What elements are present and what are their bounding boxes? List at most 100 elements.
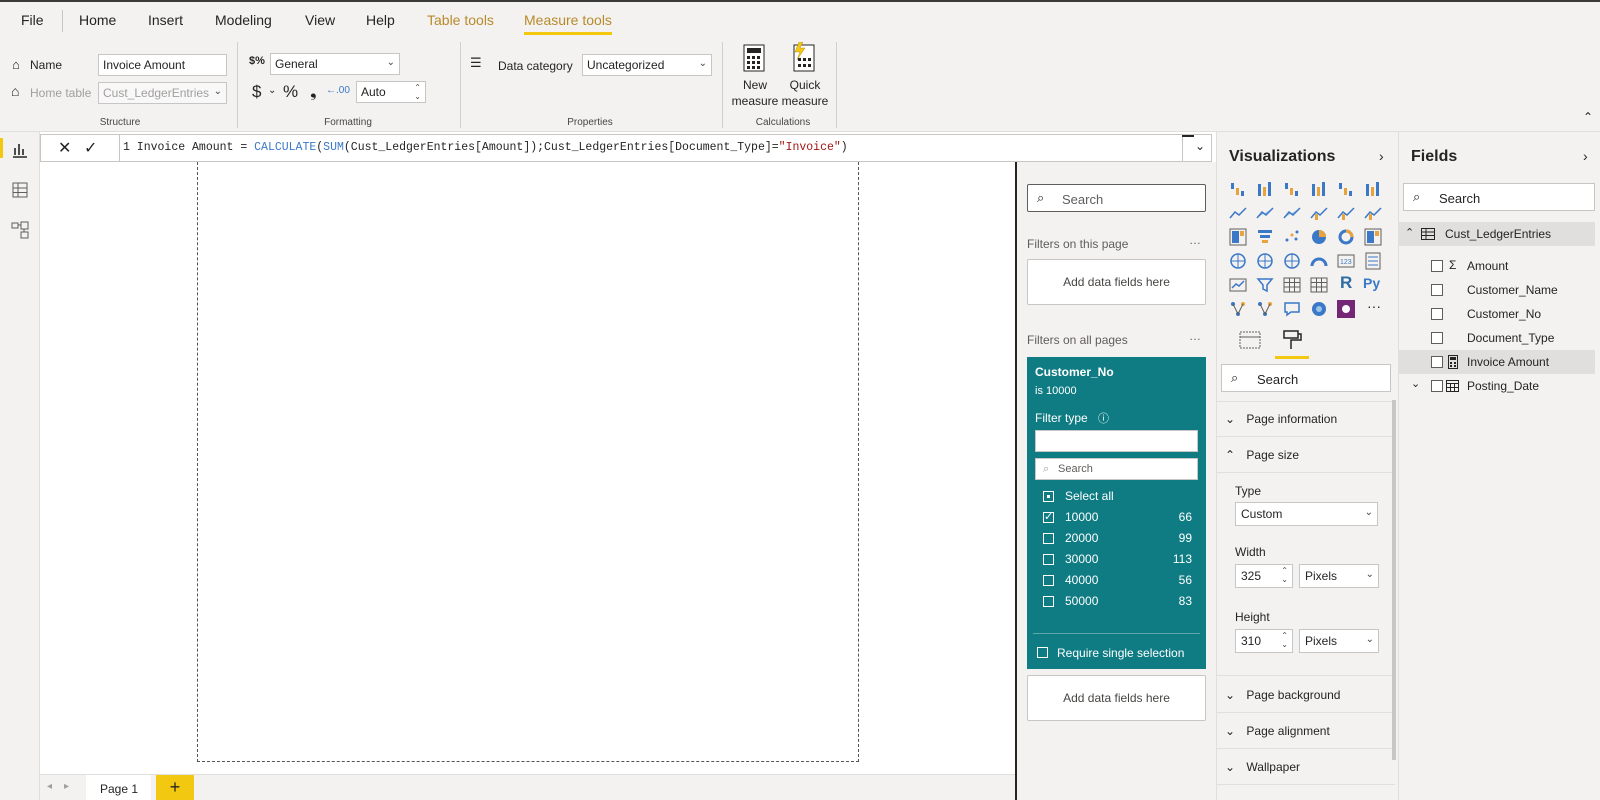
page-size-section[interactable]: ⌃ Page size [1225,448,1393,462]
page-tab[interactable]: Page 1 [86,775,151,800]
scroll-thumb[interactable] [1182,135,1194,137]
filter-item-label[interactable]: 30000 [1065,552,1098,566]
decimals-icon[interactable]: ←.00 [326,85,350,96]
map-icon[interactable] [1229,252,1247,270]
home-table-select[interactable]: Cust_LedgerEntries ⌄ [98,82,227,104]
page-alignment-section[interactable]: ⌄ Page alignment [1225,724,1393,738]
filter-type-select[interactable] [1035,430,1198,452]
chevron-up-icon[interactable]: ⌃ [1405,226,1414,239]
scatter-icon[interactable] [1283,228,1301,246]
field-row[interactable]: Customer_Name [1399,278,1595,302]
table-node[interactable]: ⌃ Cust_LedgerEntries [1399,222,1595,246]
line-chart-icon[interactable] [1229,204,1247,222]
pie-icon[interactable] [1310,228,1328,246]
clustered-bar-icon[interactable] [1283,180,1301,198]
report-view-icon[interactable] [10,140,30,160]
filter-item-checkbox[interactable] [1043,533,1054,544]
treemap-icon[interactable] [1364,228,1382,246]
viz-search[interactable]: ⌕ Search [1221,364,1391,392]
filter-item-checkbox[interactable] [1043,554,1054,565]
expand-formula-icon[interactable]: ⌄ [1195,139,1205,153]
decimals-input[interactable]: Auto ⌃ ⌄ [356,81,426,103]
add-page-button[interactable]: + [156,775,194,800]
field-checkbox[interactable] [1431,356,1443,368]
filter-item-label[interactable]: 10000 [1065,510,1098,524]
power-apps-icon[interactable] [1337,300,1355,318]
model-view-icon[interactable] [10,220,30,240]
decomposition-tree-icon[interactable] [1256,300,1274,318]
chevron-down-icon[interactable]: ⌄ [268,85,276,96]
filled-map-icon[interactable] [1256,252,1274,270]
kpi-icon[interactable] [1229,276,1247,294]
table-icon[interactable] [1283,276,1301,294]
select-all-checkbox[interactable] [1043,491,1054,502]
chevron-right-icon[interactable]: › [1379,148,1384,164]
clustered-column-icon[interactable] [1310,180,1328,198]
menu-file[interactable]: File [21,12,44,28]
data-category-select[interactable]: Uncategorized ⌄ [582,54,712,76]
require-single-label[interactable]: Require single selection [1057,646,1184,660]
formula-input[interactable]: 1 Invoice Amount = CALCULATE(SUM(Cust_Le… [123,141,848,154]
more-visuals-icon[interactable]: ··· [1367,298,1381,314]
gauge-icon[interactable] [1310,252,1328,270]
card-icon[interactable]: 123 [1337,252,1355,270]
spinner-icon[interactable]: ⌃ ⌄ [414,83,421,101]
info-icon[interactable]: ⓘ [1098,410,1109,426]
ribbon-chart-icon[interactable] [1364,204,1382,222]
area-chart-icon[interactable] [1256,204,1274,222]
stacked-bar-100-icon[interactable] [1337,180,1355,198]
filter-item-label[interactable]: 40000 [1065,573,1098,587]
stacked-area-icon[interactable] [1283,204,1301,222]
page-type-select[interactable]: Custom ⌄ [1235,502,1378,526]
funnel-icon[interactable] [1256,228,1274,246]
stacked-bar-icon[interactable] [1229,180,1247,198]
filter-item-checkbox[interactable] [1043,575,1054,586]
wallpaper-section[interactable]: ⌄ Wallpaper [1225,760,1393,774]
matrix-icon[interactable] [1310,276,1328,294]
donut-icon[interactable] [1337,228,1355,246]
qa-icon[interactable] [1283,300,1301,318]
add-page-filter-well[interactable]: Add data fields here [1027,259,1206,305]
field-row[interactable]: ⌄ Posting_Date [1399,374,1595,398]
format-tab-icon[interactable] [1281,329,1303,351]
require-single-checkbox[interactable] [1037,647,1048,658]
arcgis-icon[interactable] [1310,300,1328,318]
percent-button[interactable]: % [283,82,298,102]
add-all-pages-filter-well[interactable]: Add data fields here [1027,675,1206,721]
fields-search[interactable]: ⌕ Search [1403,183,1595,211]
slicer-icon[interactable] [1256,276,1274,294]
next-page-icon[interactable]: ▸ [64,781,69,792]
height-unit-select[interactable]: Pixels ⌄ [1299,629,1379,653]
name-input[interactable]: Invoice Amount [98,54,227,76]
report-page[interactable] [197,162,859,762]
field-row[interactable]: Document_Type [1399,326,1595,350]
chevron-right-icon[interactable]: › [1583,148,1588,164]
more-icon[interactable]: … [1189,233,1201,247]
spinner-icon[interactable]: ⌃ ⌄ [1281,566,1288,584]
shape-map-icon[interactable] [1283,252,1301,270]
currency-button[interactable]: $ [252,82,261,102]
select-all-label[interactable]: Select all [1065,489,1114,503]
line-clustered-column-icon[interactable] [1337,204,1355,222]
stacked-column-icon[interactable] [1256,180,1274,198]
field-checkbox[interactable] [1431,308,1443,320]
menu-view[interactable]: View [305,12,335,28]
menu-measure-tools[interactable]: Measure tools [524,12,612,35]
field-checkbox[interactable] [1431,284,1443,296]
format-select[interactable]: General ⌄ [270,53,400,75]
width-unit-select[interactable]: Pixels ⌄ [1299,564,1379,588]
commit-formula-icon[interactable]: ✓ [84,138,97,158]
filter-search-input[interactable]: ⌕ Search [1035,458,1198,480]
python-visual-icon[interactable]: Py [1363,275,1380,291]
height-input[interactable]: 310 ⌃ ⌄ [1235,629,1293,653]
line-column-icon[interactable] [1310,204,1328,222]
collapse-ribbon-icon[interactable]: ⌃ [1583,110,1593,124]
filter-item-checkbox[interactable] [1043,596,1054,607]
filters-search[interactable]: ⌕ Search [1027,184,1206,212]
filter-item-label[interactable]: 20000 [1065,531,1098,545]
new-measure-button[interactable]: New measure [730,77,780,109]
width-input[interactable]: 325 ⌃ ⌄ [1235,564,1293,588]
stacked-column-100-icon[interactable] [1364,180,1382,198]
menu-home[interactable]: Home [79,12,116,28]
prev-page-icon[interactable]: ◂ [47,781,52,792]
